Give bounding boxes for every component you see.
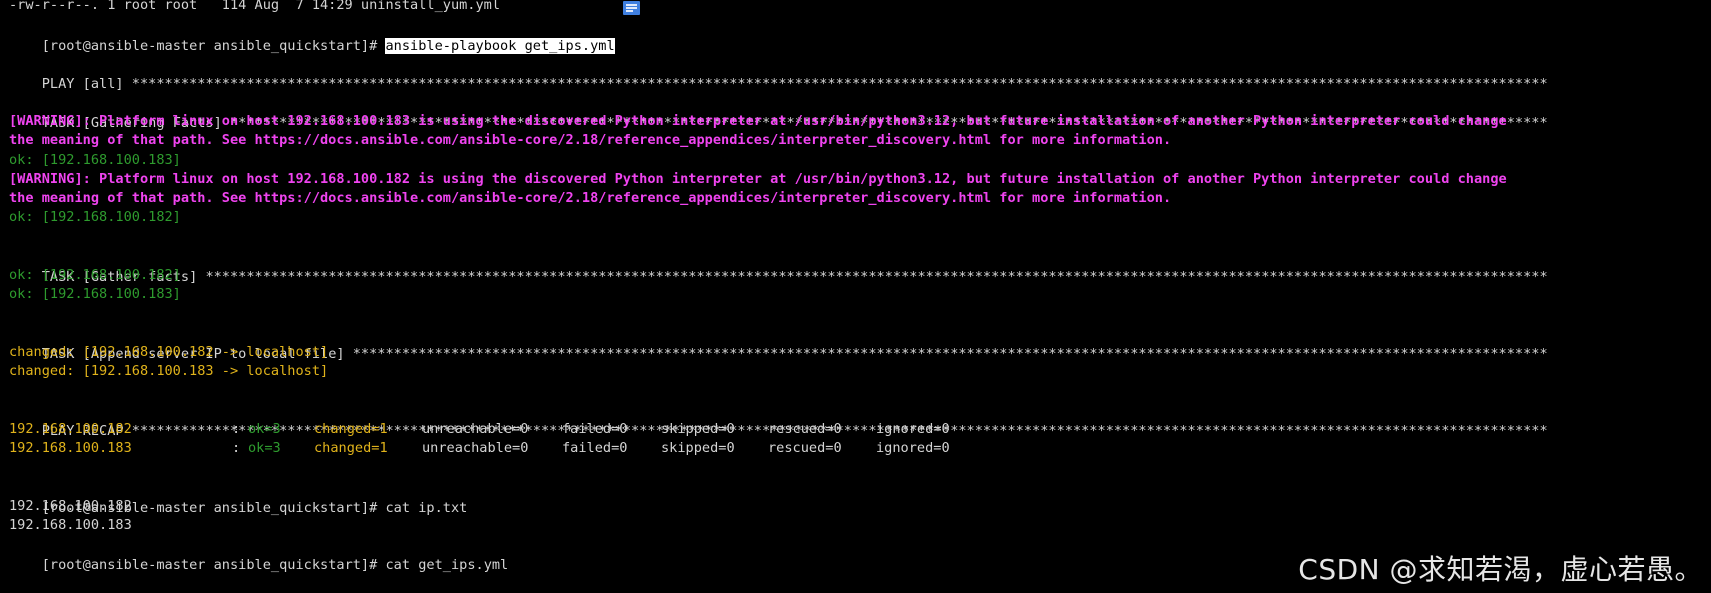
recap-rescued: rescued=0 <box>768 421 842 437</box>
recap-host: 192.168.100.183 <box>9 440 132 456</box>
ok-line: ok: [192.168.100.182] <box>9 267 181 283</box>
shell-prompt: [root@ansible-master ansible_quickstart]… <box>41 38 386 54</box>
changed-line: changed: [192.168.100.182 -> localhost] <box>9 344 329 360</box>
selected-command[interactable]: ansible-playbook get_ips.yml <box>385 38 615 54</box>
note-icon <box>623 1 640 15</box>
command-line[interactable]: [root@ansible-master ansible_quickstart]… <box>9 534 509 573</box>
command-line[interactable]: [root@ansible-master ansible_quickstart]… <box>9 477 468 516</box>
play-header: PLAY [all] *****************************… <box>9 53 1548 92</box>
task-header: TASK [Gathering Facts] *****************… <box>9 92 1548 131</box>
recap-host: 192.168.100.182 <box>9 421 132 437</box>
recap-changed: changed=1 <box>314 440 388 456</box>
recap-skipped: skipped=0 <box>661 421 735 437</box>
recap-failed: failed=0 <box>562 421 628 437</box>
command-text[interactable]: cat get_ips.yml <box>385 557 508 573</box>
recap-ok: ok=3 <box>248 440 281 456</box>
recap-changed: changed=1 <box>314 421 388 437</box>
ok-line: ok: [192.168.100.183] <box>9 152 181 168</box>
play-header-label: PLAY [all] <box>41 76 132 92</box>
recap-ok: ok=3 <box>248 421 281 437</box>
recap-failed: failed=0 <box>562 440 628 456</box>
warning-line: the meaning of that path. See https://do… <box>9 190 1172 206</box>
recap-separator: : <box>232 421 249 437</box>
recap-header: PLAY RECAP *****************************… <box>9 400 1548 439</box>
terminal-window[interactable]: -rw-r--r--. 1 root root 114 Aug 7 14:29 … <box>0 0 1711 593</box>
task-header: TASK [Gather facts] ********************… <box>9 246 1548 285</box>
warning-line: the meaning of that path. See https://do… <box>9 132 1172 148</box>
recap-unreachable: unreachable=0 <box>422 421 529 437</box>
recap-ignored: ignored=0 <box>876 421 950 437</box>
ls-output-line: -rw-r--r--. 1 root root 114 Aug 7 14:29 … <box>9 0 501 13</box>
output-line: 192.168.100.182 <box>9 498 132 514</box>
warning-line: [WARNING]: Platform linux on host 192.16… <box>9 171 1507 187</box>
recap-skipped: skipped=0 <box>661 440 735 456</box>
command-line[interactable]: [root@ansible-master ansible_quickstart]… <box>9 15 615 54</box>
task-header: TASK [Append server IP to local file] **… <box>9 323 1548 362</box>
warning-line: [WARNING]: Platform linux on host 192.16… <box>9 113 1507 129</box>
ok-line: ok: [192.168.100.183] <box>9 286 181 302</box>
star-rule: ****************************************… <box>205 269 1548 285</box>
recap-rescued: rescued=0 <box>768 440 842 456</box>
star-rule: ****************************************… <box>131 76 1548 92</box>
command-text[interactable]: cat ip.txt <box>385 500 467 516</box>
recap-unreachable: unreachable=0 <box>422 440 529 456</box>
csdn-watermark: CSDN @求知若渴，虚心若愚。 <box>1298 553 1703 586</box>
recap-ignored: ignored=0 <box>876 440 950 456</box>
changed-line: changed: [192.168.100.183 -> localhost] <box>9 363 329 379</box>
recap-separator: : <box>232 440 249 456</box>
ok-line: ok: [192.168.100.182] <box>9 209 181 225</box>
shell-prompt: [root@ansible-master ansible_quickstart]… <box>41 557 386 573</box>
output-line: 192.168.100.183 <box>9 517 132 533</box>
star-rule: ****************************************… <box>352 346 1548 362</box>
